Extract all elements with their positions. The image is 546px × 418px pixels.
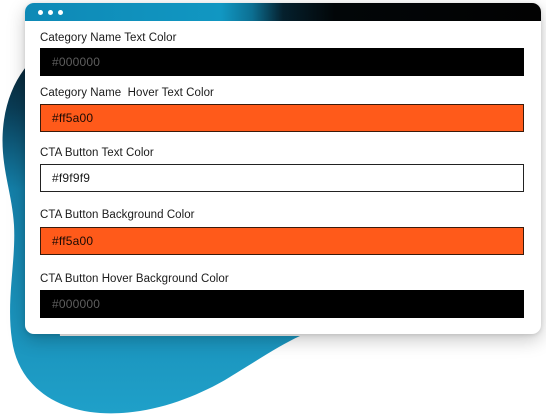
cta-button-text-color-value: #f9f9f9 xyxy=(52,171,91,185)
window-control-dot-3[interactable] xyxy=(58,10,63,15)
cta-button-hover-background-color-label: CTA Button Hover Background Color xyxy=(40,273,229,285)
cta-button-background-color-value: #ff5a00 xyxy=(52,234,94,248)
cta-button-text-color-input[interactable]: #f9f9f9 xyxy=(40,164,524,192)
cta-button-hover-background-color-value: #000000 xyxy=(52,297,101,311)
settings-window: Category Name Text Color #000000 Categor… xyxy=(25,3,541,334)
window-control-dot-1[interactable] xyxy=(38,10,43,15)
cta-button-text-color-label: CTA Button Text Color xyxy=(40,147,154,159)
window-titlebar xyxy=(25,3,541,21)
cta-button-background-color-label: CTA Button Background Color xyxy=(40,209,195,221)
category-name-hover-text-color-input[interactable]: #ff5a00 xyxy=(40,104,524,132)
cta-button-background-color-input[interactable]: #ff5a00 xyxy=(40,227,524,255)
window-control-dot-2[interactable] xyxy=(48,10,53,15)
category-name-text-color-value: #000000 xyxy=(52,55,101,69)
cta-button-hover-background-color-input[interactable]: #000000 xyxy=(40,290,524,318)
category-name-text-color-label: Category Name Text Color xyxy=(40,32,177,44)
category-name-hover-text-color-value: #ff5a00 xyxy=(52,111,94,125)
category-name-text-color-input[interactable]: #000000 xyxy=(40,48,524,76)
category-name-hover-text-color-label: Category Name Hover Text Color xyxy=(40,87,214,99)
